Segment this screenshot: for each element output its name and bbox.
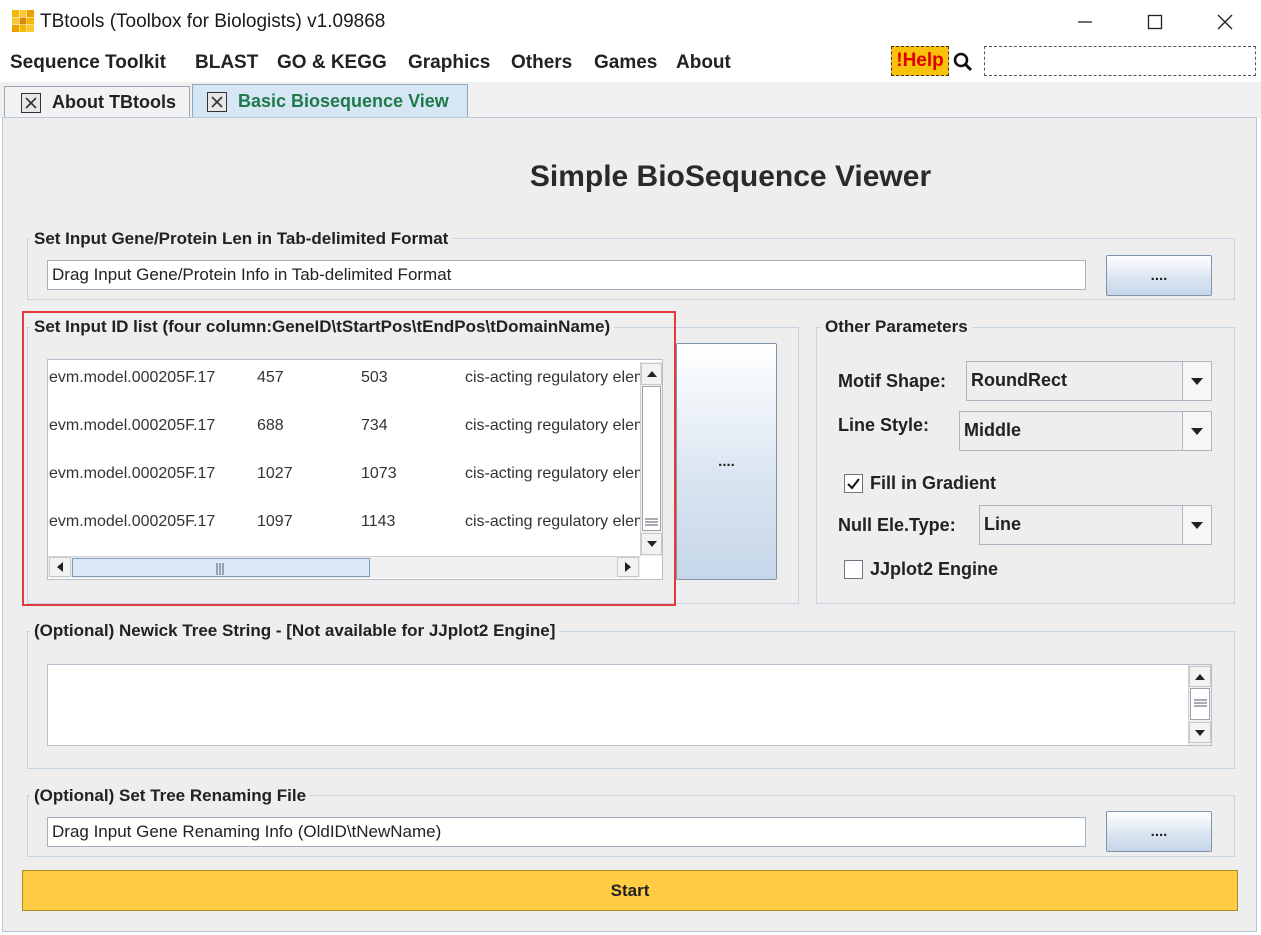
jjplot2-engine-checkbox[interactable] bbox=[844, 560, 863, 579]
gene-len-group-title: Set Input Gene/Protein Len in Tab-delimi… bbox=[30, 229, 453, 249]
minimize-button[interactable] bbox=[1050, 0, 1120, 44]
fill-gradient-checkbox[interactable] bbox=[844, 474, 863, 493]
line-style-select[interactable]: Middle bbox=[959, 411, 1212, 451]
tab-about-tbtools[interactable]: About TBtools bbox=[4, 86, 190, 118]
menu-blast[interactable]: BLAST bbox=[195, 52, 258, 74]
search-input[interactable] bbox=[984, 46, 1256, 76]
menu-sequence-toolkit[interactable]: Sequence Toolkit bbox=[10, 52, 166, 74]
page-title: Simple BioSequence Viewer bbox=[529, 160, 932, 193]
maximize-icon bbox=[1147, 14, 1163, 30]
line-style-label: Line Style: bbox=[838, 415, 930, 435]
tab-label: About TBtools bbox=[52, 92, 176, 112]
app-logo-icon bbox=[12, 10, 34, 32]
menu-go-kegg[interactable]: GO & KEGG bbox=[277, 52, 387, 74]
close-icon bbox=[1217, 14, 1233, 30]
scroll-up-arrow-icon[interactable] bbox=[1189, 666, 1211, 687]
window-title: TBtools (Toolbox for Biologists) v1.0986… bbox=[40, 11, 386, 32]
fill-gradient-label: Fill in Gradient bbox=[870, 473, 997, 493]
null-ele-type-value: Line bbox=[984, 514, 1022, 534]
null-ele-type-label: Null Ele.Type: bbox=[838, 515, 956, 535]
motif-shape-value: RoundRect bbox=[971, 370, 1067, 390]
menu-others[interactable]: Others bbox=[511, 52, 572, 74]
menu-about[interactable]: About bbox=[676, 52, 731, 74]
checkmark-icon bbox=[847, 478, 860, 490]
scrollbar-thumb[interactable] bbox=[1190, 688, 1210, 720]
highlight-box bbox=[22, 311, 676, 606]
gene-len-browse-button[interactable]: .... bbox=[1106, 255, 1212, 296]
close-window-button[interactable] bbox=[1190, 0, 1260, 44]
menu-graphics[interactable]: Graphics bbox=[408, 52, 490, 74]
rename-input[interactable]: Drag Input Gene Renaming Info (OldID\tNe… bbox=[47, 817, 1086, 847]
tab-basic-biosequence-view[interactable]: Basic Biosequence View bbox=[192, 84, 468, 118]
rename-group-title: (Optional) Set Tree Renaming File bbox=[30, 786, 311, 806]
motif-shape-label: Motif Shape: bbox=[838, 371, 946, 391]
newick-textarea[interactable] bbox=[47, 664, 1212, 746]
id-list-browse-button[interactable]: .... bbox=[676, 343, 777, 580]
null-ele-type-select[interactable]: Line bbox=[979, 505, 1212, 545]
scroll-down-arrow-icon[interactable] bbox=[1189, 722, 1211, 743]
grip-icon bbox=[1193, 699, 1207, 707]
tab-label: Basic Biosequence View bbox=[238, 91, 449, 111]
newick-group-title: (Optional) Newick Tree String - [Not ava… bbox=[30, 621, 560, 641]
minimize-icon bbox=[1078, 21, 1092, 23]
start-button[interactable]: Start bbox=[22, 870, 1238, 911]
motif-shape-select[interactable]: RoundRect bbox=[966, 361, 1212, 401]
line-style-value: Middle bbox=[964, 420, 1021, 440]
rename-browse-button[interactable]: .... bbox=[1106, 811, 1212, 852]
gene-len-input[interactable]: Drag Input Gene/Protein Info in Tab-deli… bbox=[47, 260, 1086, 290]
tab-close-icon[interactable] bbox=[207, 91, 227, 112]
menu-games[interactable]: Games bbox=[594, 52, 657, 74]
chevron-down-icon[interactable] bbox=[1182, 362, 1211, 400]
tab-close-icon[interactable] bbox=[21, 92, 41, 113]
chevron-down-icon[interactable] bbox=[1182, 412, 1211, 450]
search-icon[interactable] bbox=[952, 51, 974, 73]
other-params-group-title: Other Parameters bbox=[821, 317, 972, 337]
maximize-button[interactable] bbox=[1120, 0, 1190, 44]
chevron-down-icon[interactable] bbox=[1182, 506, 1211, 544]
jjplot2-engine-label: JJplot2 Engine bbox=[870, 559, 999, 579]
help-button[interactable]: !Help bbox=[891, 46, 949, 76]
